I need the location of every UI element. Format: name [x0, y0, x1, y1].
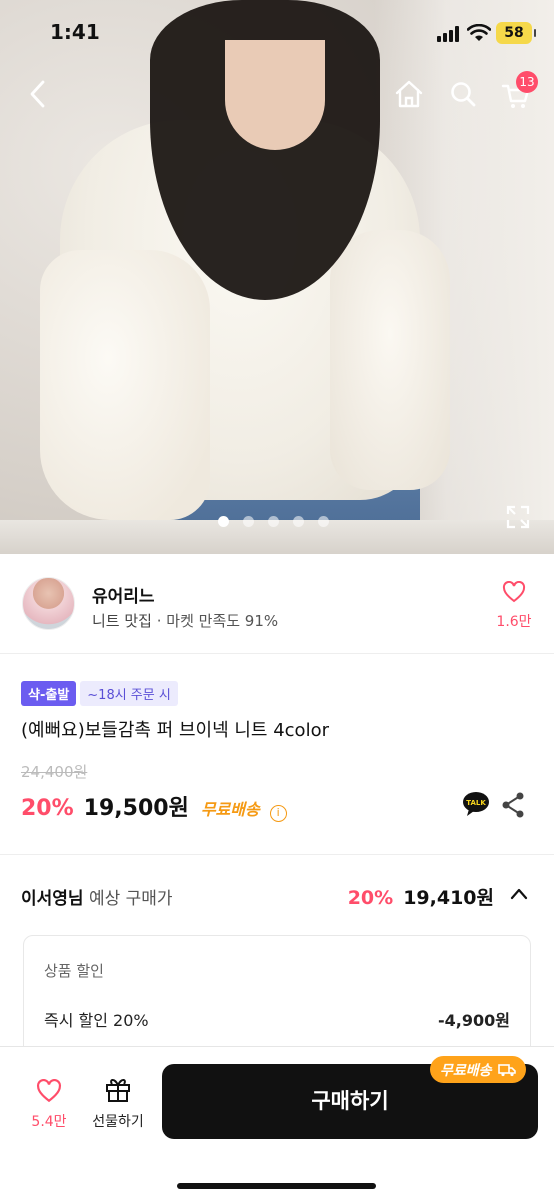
store-meta: 니트 맛집 · 마켓 만족도 91% [92, 610, 278, 631]
share-icon[interactable] [500, 791, 526, 819]
original-price: 24,400원 [21, 763, 88, 781]
divider [0, 854, 554, 855]
gallery-dot[interactable] [243, 516, 254, 527]
talk-label: TALK [466, 799, 486, 807]
store-name[interactable]: 유어리느 [92, 582, 155, 607]
info-icon[interactable]: i [269, 805, 287, 822]
gift-button[interactable]: 선물하기 [86, 1075, 150, 1131]
store-like-count: 1.6만 [496, 614, 532, 630]
store-avatar[interactable] [22, 577, 75, 630]
home-indicator [177, 1183, 376, 1189]
free-shipping-tag: 무료배송 [430, 1056, 526, 1083]
back-button[interactable] [18, 74, 58, 114]
battery-indicator: 58 [496, 22, 536, 44]
instant-discount-value: -4,900원 [438, 1011, 510, 1030]
status-bar: 1:41 58 [0, 0, 554, 66]
member-price-caption: 예상 구매가 [83, 889, 173, 909]
store-like-button[interactable]: 1.6만 [492, 580, 536, 631]
search-button[interactable] [443, 74, 483, 114]
gift-label: 선물하기 [92, 1114, 144, 1130]
delivery-badges: 샥-출발 ~18시 주문 시 [21, 681, 178, 706]
order-cutoff-badge: ~18시 주문 시 [80, 681, 178, 706]
gallery-dot[interactable] [318, 516, 329, 527]
photo-sweater-sleeve-left [40, 250, 210, 520]
sale-price: 19,500원 [83, 796, 189, 821]
like-button[interactable]: 5.4만 [24, 1078, 74, 1131]
cart-count-badge: 13 [516, 71, 538, 93]
home-button[interactable] [389, 74, 429, 114]
chevron-up-icon[interactable] [509, 884, 529, 904]
bottom-action-bar: 5.4만 선물하기 무료배송 구매하기 [0, 1046, 554, 1200]
chevron-left-icon [30, 80, 45, 108]
store-row[interactable]: 유어리느 니트 맛집 · 마켓 만족도 91% 1.6만 [0, 554, 554, 654]
gallery-dot[interactable] [218, 516, 229, 527]
kakao-talk-icon[interactable]: TALK [462, 791, 490, 817]
signal-icon [437, 26, 461, 42]
search-icon [451, 82, 476, 107]
product-title: (예뻐요)보들감촉 퍼 브이넥 니트 4color [21, 720, 329, 741]
store-category: 니트 맛집 [92, 612, 152, 630]
member-name: 이서영님 [21, 889, 84, 909]
divider [0, 653, 554, 654]
expand-icon[interactable] [505, 504, 531, 530]
member-expected-price-label: 이서영님 예상 구매가 [21, 884, 173, 909]
status-time: 1:41 [50, 20, 100, 44]
price-row: 20% 19,500원 무료배송 i [21, 790, 287, 822]
fast-delivery-badge: 샥-출발 [21, 681, 77, 706]
photo-sweater-sleeve-right [330, 230, 450, 490]
heart-icon [37, 1078, 61, 1103]
discount-section-title: 상품 할인 [44, 962, 104, 980]
wifi-icon [467, 24, 491, 41]
discount-rate: 20% [21, 796, 74, 821]
like-count: 5.4만 [31, 1114, 67, 1130]
free-shipping-label: 무료배송 [200, 800, 260, 819]
member-price-value: 19,410원 [403, 887, 494, 909]
gift-icon [106, 1079, 130, 1102]
instant-discount-label: 즉시 할인 20% [44, 1011, 149, 1030]
member-discount-rate: 20% [347, 887, 394, 909]
free-shipping-tag-label: 무료배송 [440, 1062, 492, 1079]
gallery-dot[interactable] [268, 516, 279, 527]
truck-icon [497, 1063, 516, 1076]
gallery-pagination [218, 516, 329, 528]
heart-icon [502, 580, 526, 603]
gallery-dot[interactable] [293, 516, 304, 527]
home-icon [395, 80, 423, 108]
store-satisfaction: · 마켓 만족도 91% [151, 612, 279, 630]
member-expected-price: 20% 19,410원 [348, 883, 494, 910]
